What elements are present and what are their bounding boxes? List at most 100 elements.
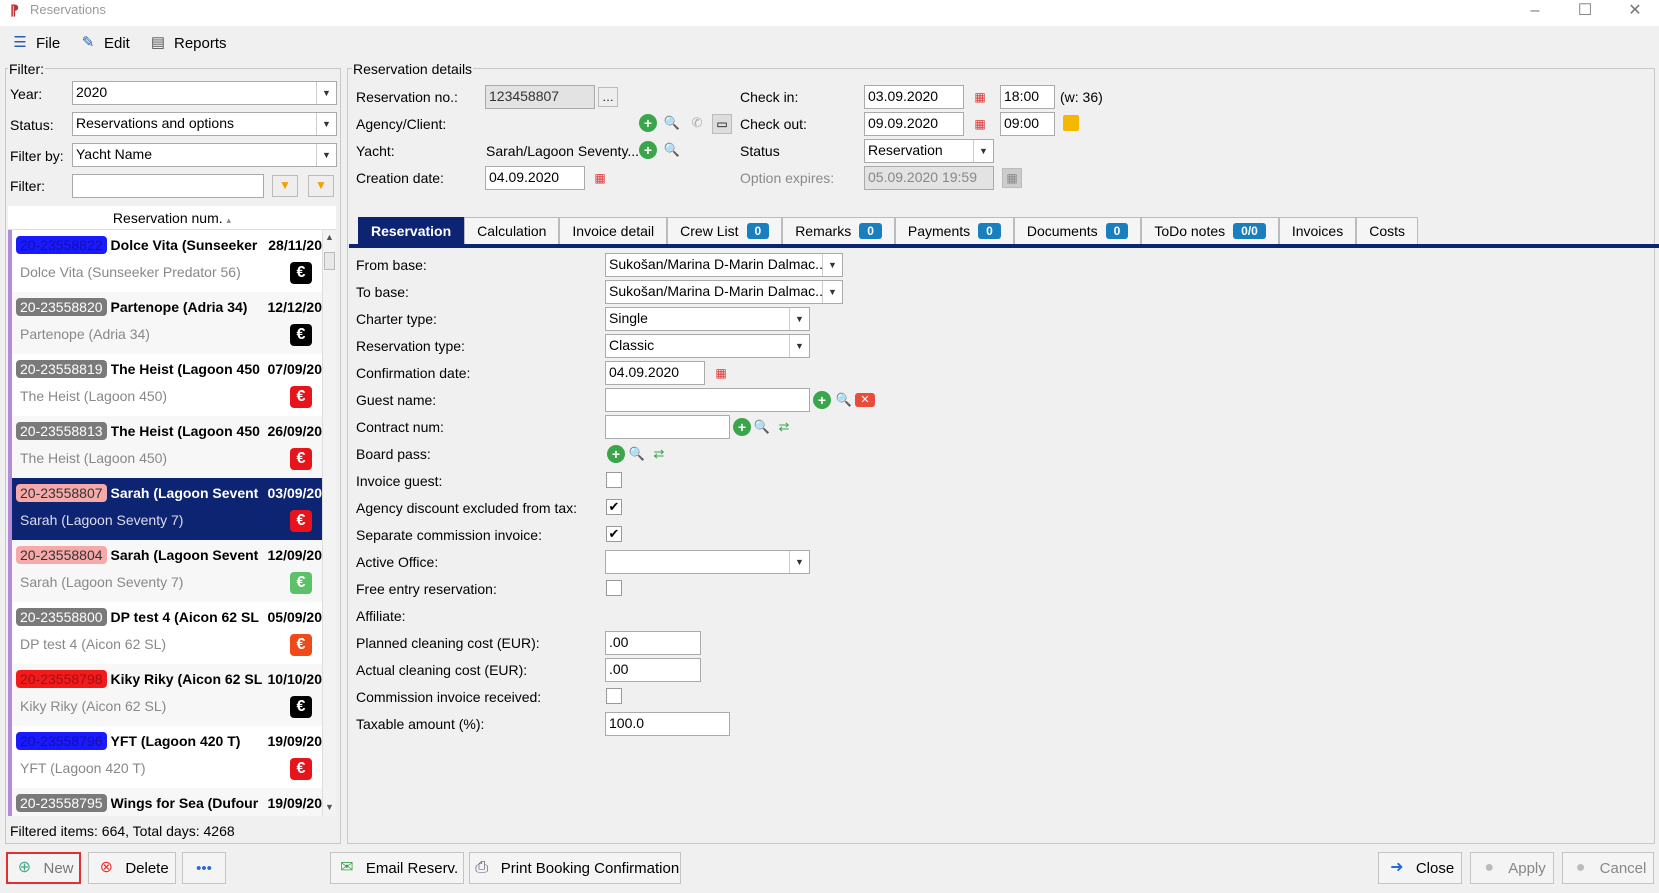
delete-button[interactable]: ⊗ Delete — [88, 852, 176, 884]
from-base-value: Sukošan/Marina D-Marin Dalmac... — [609, 256, 827, 272]
checkout-date-field[interactable]: 09.09.2020 — [864, 112, 964, 136]
maximize-button[interactable]: ☐ — [1560, 0, 1610, 26]
tab-crew-list[interactable]: Crew List 0 — [667, 217, 783, 244]
list-item[interactable]: 20-23558795 Wings for Sea (Dufour 19/09/20… — [8, 788, 322, 816]
cancel-button[interactable]: ● Cancel — [1562, 852, 1654, 884]
apply-filter-icon[interactable]: ▼ — [272, 175, 298, 197]
print-confirmation-button[interactable]: ⎙ Print Booking Confirmation — [469, 852, 681, 884]
add-guest-icon[interactable]: + — [813, 391, 831, 409]
close-window-button[interactable]: ✕ — [1610, 0, 1659, 26]
status-select[interactable]: Reservation ▼ — [864, 139, 994, 163]
guest-name-input[interactable] — [605, 388, 810, 412]
list-scrollbar[interactable]: ▲ ▼ — [322, 230, 336, 816]
charter-type-select[interactable]: Single ▼ — [605, 307, 810, 331]
tab-label: Documents — [1026, 223, 1098, 239]
tab-payments[interactable]: Payments 0 — [894, 217, 1014, 244]
list-item[interactable]: 20-23558798 Kiky Riky (Aicon 62 SL 10/10/2… — [8, 664, 322, 726]
filterby-select[interactable]: Yacht Name ▼ — [72, 143, 337, 167]
clear-filter-icon[interactable]: ▼ — [308, 175, 334, 197]
email-reserv-button[interactable]: ✉ Email Reserv. — [330, 852, 464, 884]
search-board-pass-icon[interactable]: 🔍 — [627, 444, 647, 464]
more-button[interactable]: ••• — [182, 852, 226, 884]
year-select[interactable]: 2020 ▼ — [72, 81, 337, 105]
search-agency-icon[interactable]: 🔍 — [662, 113, 682, 133]
scroll-up-icon[interactable]: ▲ — [325, 232, 334, 242]
calendar-icon[interactable]: ▦ — [970, 87, 990, 107]
email-icon: ✉ — [340, 859, 354, 876]
list-item[interactable]: 20-23558800 DP test 4 (Aicon 62 SL 05/09/2… — [8, 602, 322, 664]
to-base-select[interactable]: Sukošan/Marina D-Marin Dalmac... ▼ — [605, 280, 843, 304]
search-yacht-icon[interactable]: 🔍 — [662, 140, 682, 160]
calendar-icon[interactable]: ▦ — [711, 363, 731, 383]
calendar-icon[interactable]: ▦ — [970, 114, 990, 134]
planned-cleaning-input[interactable]: .00 — [605, 631, 701, 655]
add-yacht-icon[interactable]: + — [639, 141, 657, 159]
list-item[interactable]: 20-23558822 Dolce Vita (Sunseeker 28/11/20… — [8, 230, 322, 292]
agency-discount-checkbox[interactable]: ✔ — [606, 499, 622, 515]
menu-edit[interactable]: ✎ Edit — [78, 32, 130, 54]
list-item[interactable]: 20-23558820 Partenope (Adria 34) 12/12/20 … — [8, 292, 322, 354]
tab-remarks[interactable]: Remarks 0 — [782, 217, 895, 244]
link-contract-icon[interactable]: ⇄ — [774, 417, 794, 437]
checkout-time-field[interactable]: 09:00 — [1000, 112, 1055, 136]
tab-todo-notes[interactable]: ToDo notes 0/0 — [1141, 217, 1279, 244]
search-guest-icon[interactable]: 🔍 — [834, 390, 854, 410]
tab-invoice-detail[interactable]: Invoice detail — [559, 217, 668, 244]
calendar-icon[interactable]: ▦ — [590, 168, 610, 188]
status-filter-select[interactable]: Reservations and options ▼ — [72, 112, 337, 136]
menu-file[interactable]: ☰ File — [10, 32, 60, 54]
list-item[interactable]: 20-23558804 Sarah (Lagoon Sevent 12/09/20 … — [8, 540, 322, 602]
new-button[interactable]: ⊕ New — [6, 852, 81, 884]
note-icon[interactable] — [1063, 115, 1079, 131]
link-board-pass-icon[interactable]: ⇄ — [649, 444, 669, 464]
invoice-guest-checkbox[interactable] — [606, 472, 622, 488]
list-item[interactable]: 20-23558807 Sarah (Lagoon Sevent 03/09/20 … — [8, 478, 322, 540]
creation-date-field[interactable]: 04.09.2020 — [485, 166, 585, 190]
filterby-value: Yacht Name — [76, 146, 152, 162]
tab-calculation[interactable]: Calculation — [464, 217, 560, 244]
list-header[interactable]: Reservation num. ▴ — [8, 206, 336, 230]
free-entry-checkbox[interactable] — [606, 580, 622, 596]
reservation-date: 12/12/20 — [267, 299, 323, 315]
tab-documents[interactable]: Documents 0 — [1013, 217, 1142, 244]
reservation-number: 20-23558820 — [16, 298, 107, 316]
from-base-select[interactable]: Sukošan/Marina D-Marin Dalmac... ▼ — [605, 253, 843, 277]
list-item[interactable]: 20-23558819 The Heist (Lagoon 450 07/09/20… — [8, 354, 322, 416]
filter-text-input[interactable] — [72, 174, 264, 198]
arrow-right-icon: ➜ — [1390, 859, 1404, 876]
scroll-thumb[interactable] — [324, 252, 335, 270]
actual-cleaning-input[interactable]: .00 — [605, 658, 701, 682]
reservation-list[interactable]: 20-23558822 Dolce Vita (Sunseeker 28/11/20… — [8, 230, 322, 816]
resno-field[interactable]: 123458807 — [485, 85, 595, 109]
tab-reservation[interactable]: Reservation — [358, 217, 465, 244]
confirmation-date-field[interactable]: 04.09.2020 — [605, 361, 705, 385]
apply-button[interactable]: ● Apply — [1470, 852, 1554, 884]
taxable-input[interactable]: 100.0 — [605, 712, 730, 736]
add-contract-icon[interactable]: + — [733, 418, 751, 436]
checkin-time-field[interactable]: 18:00 — [1000, 85, 1055, 109]
list-item[interactable]: 20-23558813 The Heist (Lagoon 450 26/09/20… — [8, 416, 322, 478]
list-item[interactable]: 20-23558796 YFT (Lagoon 420 T) 19/09/20 YF… — [8, 726, 322, 788]
tab-bar: Reservation Calculation Invoice detail Crew… — [358, 217, 1418, 245]
scroll-down-icon[interactable]: ▼ — [325, 802, 334, 812]
resno-browse-button[interactable]: … — [598, 87, 618, 107]
tab-invoices[interactable]: Invoices — [1278, 217, 1357, 244]
active-office-select[interactable]: ▼ — [605, 550, 810, 574]
minimize-button[interactable]: – — [1510, 0, 1560, 26]
yacht-name: YFT (Lagoon 420 T) — [110, 733, 241, 749]
tab-costs[interactable]: Costs — [1356, 217, 1418, 244]
option-expires-label: Option expires: — [740, 170, 835, 186]
add-agency-icon[interactable]: + — [639, 114, 657, 132]
search-contract-icon[interactable]: 🔍 — [752, 417, 772, 437]
remove-guest-icon[interactable]: ✕ — [855, 393, 875, 407]
close-button[interactable]: ➜ Close — [1378, 852, 1462, 884]
checkin-date-field[interactable]: 03.09.2020 — [864, 85, 964, 109]
commission-received-checkbox[interactable] — [606, 688, 622, 704]
phone-icon[interactable]: ✆ — [687, 113, 707, 133]
card-icon[interactable]: ▭ — [712, 114, 732, 134]
reservation-type-select[interactable]: Classic ▼ — [605, 334, 810, 358]
contract-num-input[interactable] — [605, 415, 730, 439]
add-board-pass-icon[interactable]: + — [607, 445, 625, 463]
menu-reports[interactable]: ▤ Reports — [148, 32, 227, 54]
separate-commission-checkbox[interactable]: ✔ — [606, 526, 622, 542]
